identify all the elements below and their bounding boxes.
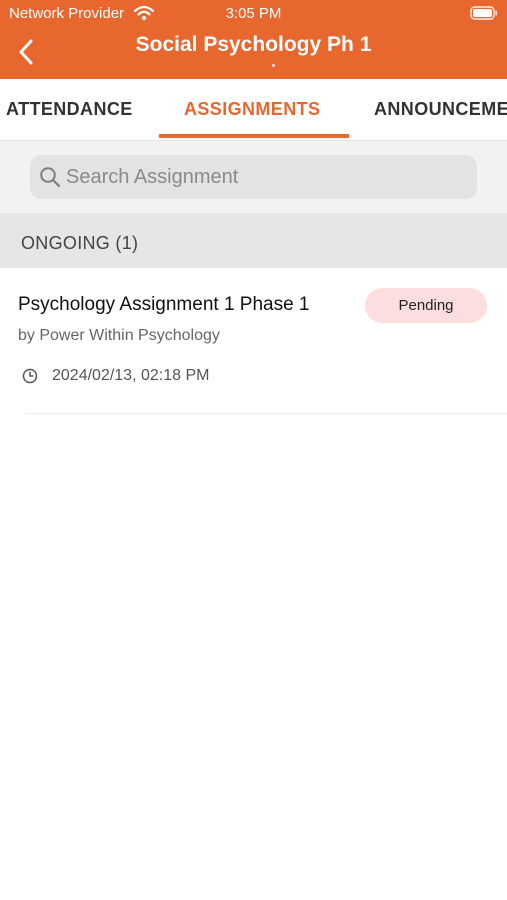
clock-icon	[22, 368, 38, 384]
app-header: Network Provider 3:05 PM Social Psycholo…	[0, 0, 507, 79]
assignment-author: by Power Within Psychology	[18, 327, 220, 344]
tab-announcements[interactable]: ANNOUNCEMENTS	[374, 99, 507, 120]
tab-assignments[interactable]: ASSIGNMENTS	[184, 99, 320, 120]
status-badge: Pending	[365, 288, 487, 323]
page-title: Social Psychology Ph 1	[135, 33, 372, 56]
title-indicator-dot	[272, 64, 275, 67]
list-divider	[26, 413, 507, 414]
search-icon	[39, 166, 61, 188]
battery-icon	[470, 6, 498, 20]
section-header: ONGOING (1)	[0, 213, 507, 268]
navigation-bar: Social Psychology Ph 1	[0, 28, 507, 79]
status-bar: Network Provider 3:05 PM	[0, 0, 507, 28]
assignment-title: Psychology Assignment 1 Phase 1	[18, 294, 310, 315]
tab-attendance[interactable]: ATTENDANCE	[6, 99, 133, 120]
active-tab-indicator	[159, 134, 349, 138]
assignment-date: 2024/02/13, 02:18 PM	[52, 367, 210, 384]
back-button[interactable]	[8, 34, 44, 70]
search-box[interactable]	[30, 155, 477, 199]
tab-bar: ATTENDANCE ASSIGNMENTS ANNOUNCEMENTS	[0, 79, 507, 141]
back-arrow-icon	[19, 39, 33, 65]
status-time: 3:05 PM	[225, 5, 282, 22]
section-title: ONGOING (1)	[21, 233, 139, 253]
assignment-list-item[interactable]: Psychology Assignment 1 Phase 1 by Power…	[0, 268, 507, 414]
search-input[interactable]	[66, 155, 466, 199]
search-area	[0, 141, 507, 213]
